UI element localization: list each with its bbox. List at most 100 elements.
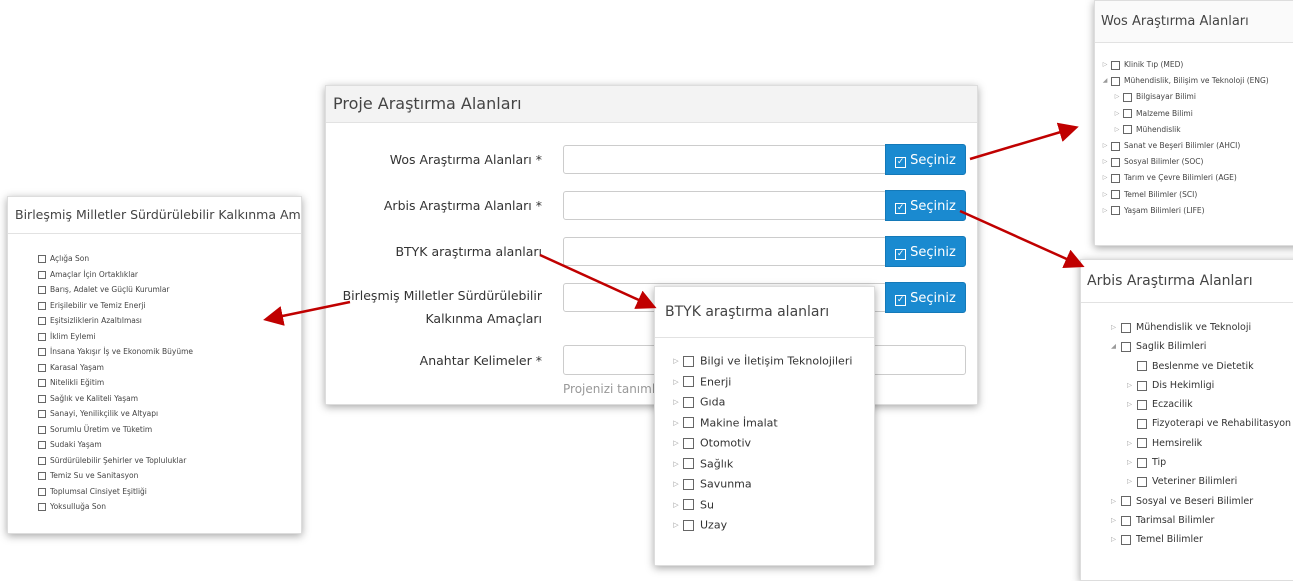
wos-tree-item[interactable]: ▷ Klinik Tıp (MED) (1101, 57, 1269, 73)
btyk-tree-item[interactable]: ▷ Otomotiv (671, 433, 852, 454)
expand-caret-icon[interactable]: ▷ (1109, 511, 1118, 530)
sdg-list-item[interactable]: Sorumlu Üretim ve Tüketim (38, 422, 193, 438)
checkbox[interactable] (1137, 361, 1147, 372)
checkbox[interactable] (38, 410, 46, 418)
expand-caret-icon[interactable]: ▷ (671, 433, 681, 454)
btyk-tree-item[interactable]: ▷ Savunma (671, 474, 852, 495)
checkbox[interactable] (1137, 380, 1147, 391)
wos-tree-item[interactable]: ◢ Mühendislik, Bilişim ve Teknoloji (ENG) (1101, 73, 1269, 89)
checkbox[interactable] (683, 355, 694, 367)
btyk-input[interactable] (563, 237, 887, 266)
sdg-list-item[interactable]: Yoksulluğa Son (38, 499, 193, 515)
expand-caret-icon[interactable]: ▷ (671, 392, 681, 413)
sdg-list-item[interactable]: Toplumsal Cinsiyet Eşitliği (38, 484, 193, 500)
expand-caret-icon[interactable]: ▷ (1125, 376, 1134, 395)
checkbox[interactable] (38, 348, 46, 356)
btyk-select-button[interactable]: ✓ Seçiniz (885, 236, 966, 267)
expand-caret-icon[interactable]: ▷ (1101, 138, 1109, 154)
checkbox[interactable] (683, 417, 694, 429)
wos-tree-item[interactable]: ▷ Mühendislik (1101, 122, 1269, 138)
checkbox[interactable] (1111, 141, 1120, 151)
expand-caret-icon[interactable]: ▷ (671, 454, 681, 475)
checkbox[interactable] (683, 458, 694, 470)
arbis-tree-item[interactable]: ▷ Eczacilik (1109, 395, 1291, 414)
sdg-list-item[interactable]: İklim Eylemi (38, 329, 193, 345)
arbis-tree-item[interactable]: ▷ Temel Bilimler (1109, 530, 1291, 549)
expand-caret-icon[interactable]: ▷ (1113, 89, 1121, 105)
sdg-list-item[interactable]: Eşitsizliklerin Azaltılması (38, 313, 193, 329)
arbis-tree-item[interactable]: Beslenme ve Dietetik (1109, 357, 1291, 376)
sdg-list-item[interactable]: Sağlık ve Kaliteli Yaşam (38, 391, 193, 407)
checkbox[interactable] (38, 472, 46, 480)
checkbox[interactable] (1111, 206, 1120, 216)
expand-caret-icon[interactable]: ▷ (1125, 395, 1134, 414)
wos-tree-item[interactable]: ▷ Sanat ve Beşeri Bilimler (AHCI) (1101, 138, 1269, 154)
checkbox[interactable] (1137, 399, 1147, 410)
sdg-list-item[interactable]: Temiz Su ve Sanitasyon (38, 468, 193, 484)
arbis-tree-item[interactable]: ▷ Sosyal ve Beseri Bilimler (1109, 492, 1291, 511)
checkbox[interactable] (38, 379, 46, 387)
sdg-list-item[interactable]: Açlığa Son (38, 251, 193, 267)
expand-caret-icon[interactable]: ▷ (671, 351, 681, 372)
sdg-list-item[interactable]: Erişilebilir ve Temiz Enerji (38, 298, 193, 314)
btyk-tree-item[interactable]: ▷ Gıda (671, 392, 852, 413)
wos-input[interactable] (563, 145, 887, 174)
expand-caret-icon[interactable]: ▷ (1113, 106, 1121, 122)
sdg-list-item[interactable]: Sudaki Yaşam (38, 437, 193, 453)
expand-caret-icon[interactable]: ▷ (671, 474, 681, 495)
arbis-tree-item[interactable]: ▷ Hemsirelik (1109, 434, 1291, 453)
wos-tree-item[interactable]: ▷ Yaşam Bilimleri (LIFE) (1101, 203, 1269, 219)
expand-caret-icon[interactable]: ▷ (1125, 434, 1134, 453)
expand-caret-icon[interactable]: ▷ (671, 515, 681, 536)
expand-caret-icon[interactable]: ▷ (1101, 170, 1109, 186)
btyk-tree-item[interactable]: ▷ Su (671, 495, 852, 516)
wos-tree-item[interactable]: ▷ Temel Bilimler (SCI) (1101, 187, 1269, 203)
expand-caret-icon[interactable]: ▷ (1101, 187, 1109, 203)
checkbox[interactable] (1121, 496, 1131, 507)
sdg-list-item[interactable]: Nitelikli Eğitim (38, 375, 193, 391)
sdg-select-button[interactable]: ✓ Seçiniz (885, 282, 966, 313)
btyk-tree-item[interactable]: ▷ Enerji (671, 372, 852, 393)
checkbox[interactable] (1121, 341, 1131, 352)
checkbox[interactable] (683, 519, 694, 531)
wos-tree-item[interactable]: ▷ Sosyal Bilimler (SOC) (1101, 154, 1269, 170)
btyk-tree-item[interactable]: ▷ Bilgi ve İletişim Teknolojileri (671, 351, 852, 372)
checkbox[interactable] (1137, 418, 1147, 429)
checkbox[interactable] (38, 441, 46, 449)
sdg-list-item[interactable]: Barış, Adalet ve Güçlü Kurumlar (38, 282, 193, 298)
checkbox[interactable] (1121, 515, 1131, 526)
checkbox[interactable] (683, 437, 694, 449)
checkbox[interactable] (1121, 534, 1131, 545)
arbis-tree-item[interactable]: ▷ Dis Hekimligi (1109, 376, 1291, 395)
checkbox[interactable] (683, 396, 694, 408)
collapse-caret-icon[interactable]: ◢ (1101, 73, 1109, 89)
wos-tree-item[interactable]: ▷ Tarım ve Çevre Bilimleri (AGE) (1101, 170, 1269, 186)
expand-caret-icon[interactable]: ▷ (671, 413, 681, 434)
wos-tree-item[interactable]: ▷ Bilgisayar Bilimi (1101, 89, 1269, 105)
checkbox[interactable] (38, 301, 46, 310)
arbis-tree-item[interactable]: ▷ Veteriner Bilimleri (1109, 472, 1291, 491)
checkbox[interactable] (1137, 477, 1147, 488)
checkbox[interactable] (38, 317, 46, 325)
checkbox[interactable] (38, 503, 46, 511)
checkbox[interactable] (38, 425, 46, 434)
checkbox[interactable] (683, 478, 694, 490)
sdg-list-item[interactable]: İnsana Yakışır İş ve Ekonomik Büyüme (38, 344, 193, 360)
checkbox[interactable] (1111, 157, 1120, 167)
btyk-tree-item[interactable]: ▷ Uzay (671, 515, 852, 536)
arbis-tree-item[interactable]: ▷ Tip (1109, 453, 1291, 472)
arbis-tree-item[interactable]: ◢ Saglik Bilimleri (1109, 337, 1291, 356)
arbis-tree-item[interactable]: ▷ Mühendislik ve Teknoloji (1109, 318, 1291, 337)
expand-caret-icon[interactable]: ▷ (1113, 122, 1121, 138)
checkbox[interactable] (1111, 173, 1120, 183)
expand-caret-icon[interactable]: ▷ (1101, 203, 1109, 219)
expand-caret-icon[interactable]: ▷ (1101, 57, 1109, 73)
checkbox[interactable] (1111, 190, 1120, 200)
checkbox[interactable] (1123, 92, 1132, 102)
checkbox[interactable] (38, 270, 46, 279)
checkbox[interactable] (1123, 125, 1132, 135)
arbis-tree-item[interactable]: Fizyoterapi ve Rehabilitasyon (1109, 414, 1291, 433)
checkbox[interactable] (38, 394, 46, 403)
sdg-list-item[interactable]: Karasal Yaşam (38, 360, 193, 376)
checkbox[interactable] (1111, 76, 1120, 86)
